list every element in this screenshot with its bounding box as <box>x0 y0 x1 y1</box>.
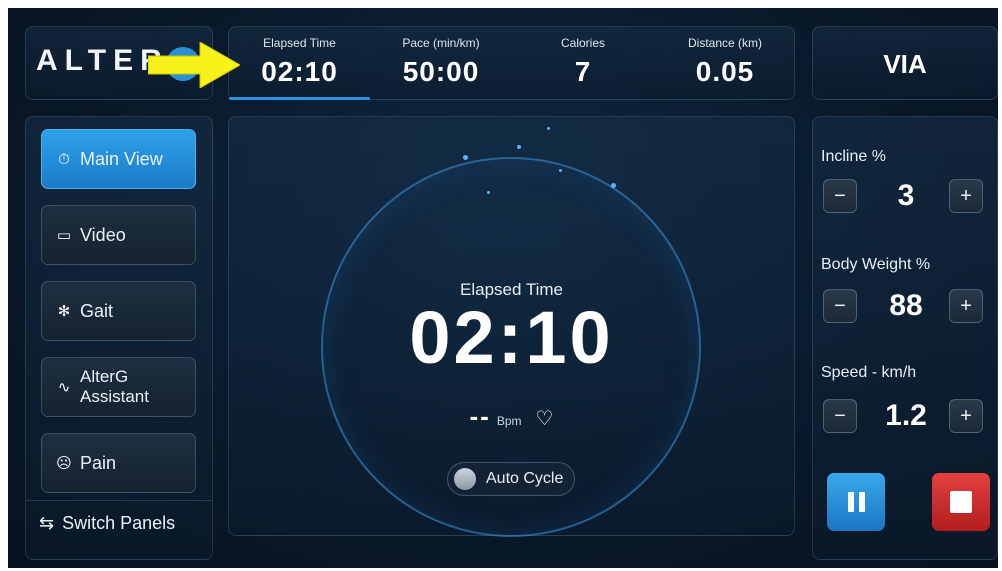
nav-label: AlterG Assistant <box>80 367 149 407</box>
nav-pain-button[interactable]: ☹ Pain <box>41 433 196 493</box>
heart-rate-value: -- <box>469 401 491 431</box>
incline-increase-button[interactable]: + <box>949 179 983 213</box>
speed-label: Speed - km/h <box>821 364 917 381</box>
treadmill-screen: ALTERG Elapsed Time 02:10 Pace (min/km) … <box>8 8 998 568</box>
stat-label: Elapsed Time <box>263 36 336 50</box>
timer-icon: ⏱ <box>58 150 70 168</box>
pulse-icon: ∿ <box>57 379 71 396</box>
main-view-panel: Elapsed Time 02:10 -- Bpm ♡ Auto Cycle <box>228 116 795 537</box>
yellow-arrow-icon <box>148 42 240 88</box>
switch-panels-button[interactable]: ⇆ Switch Panels <box>39 513 175 534</box>
speed-decrease-button[interactable]: − <box>823 399 857 433</box>
stats-bar: Elapsed Time 02:10 Pace (min/km) 50:00 C… <box>228 26 795 100</box>
heart-rate-readout: -- Bpm ♡ <box>229 401 794 432</box>
mode-panel[interactable]: VIA <box>812 26 998 100</box>
elapsed-time-display: 02:10 <box>409 296 614 379</box>
sad-face-icon: ☹ <box>56 455 72 472</box>
incline-value: 3 <box>897 179 915 212</box>
body-weight-label: Body Weight % <box>821 256 931 273</box>
stat-distance[interactable]: Distance (km) 0.05 <box>654 27 796 101</box>
nav-alterg-assistant-button[interactable]: ∿ AlterG Assistant <box>41 357 196 417</box>
nav-gait-button[interactable]: ✻ Gait <box>41 281 196 341</box>
particle <box>559 169 562 172</box>
incline-label: Incline % <box>821 148 886 165</box>
nav-label-line-1: AlterG <box>80 367 129 386</box>
nav-video-button[interactable]: ▭ Video <box>41 205 196 265</box>
speed-increase-button[interactable]: + <box>949 399 983 433</box>
stat-value: 50:00 <box>402 56 480 87</box>
active-stat-indicator <box>229 97 370 100</box>
particle <box>487 191 490 194</box>
swap-arrows-icon: ⇆ <box>39 513 55 533</box>
nav-label: Main View <box>80 148 163 169</box>
stat-label: Pace (min/km) <box>402 36 480 50</box>
stat-label: Calories <box>560 36 605 50</box>
stat-calories[interactable]: Calories 7 <box>512 27 654 101</box>
video-camera-icon: ▭ <box>56 227 72 244</box>
stat-value: 0.05 <box>695 56 755 87</box>
body-weight-value: 88 <box>889 289 923 322</box>
stat-pace[interactable]: Pace (min/km) 50:00 <box>370 27 512 101</box>
pause-button[interactable] <box>827 473 885 531</box>
particle <box>547 127 550 130</box>
speed-value: 1.2 <box>885 399 927 432</box>
auto-cycle-label: Auto Cycle <box>486 470 564 487</box>
mode-label: VIA <box>883 49 927 79</box>
auto-cycle-toggle[interactable]: Auto Cycle <box>447 462 575 496</box>
particle <box>463 155 468 160</box>
body-weight-increase-button[interactable]: + <box>949 289 983 323</box>
body-weight-decrease-button[interactable]: − <box>823 289 857 323</box>
controls-panel: Incline % − 3 + Body Weight % − 88 + Spe… <box>812 116 998 560</box>
divider <box>26 500 212 501</box>
nav-label: Gait <box>80 300 114 321</box>
toggle-knob <box>454 468 476 490</box>
particle <box>517 145 521 149</box>
nav-label-line-2: Assistant <box>80 387 149 406</box>
particle <box>611 183 616 188</box>
pause-icon <box>847 492 865 512</box>
heart-pulse-icon: ♡ <box>535 408 554 430</box>
stat-label: Distance (km) <box>687 36 762 50</box>
nav-main-view-button[interactable]: ⏱ Main View <box>41 129 196 189</box>
nav-label: Pain <box>80 452 117 473</box>
nav-label: Video <box>80 224 126 245</box>
heart-rate-unit: Bpm <box>496 414 522 428</box>
stat-value: 7 <box>574 56 592 87</box>
sidebar: ⏱ Main View ▭ Video ✻ Gait ∿ AlterG Assi… <box>25 116 213 560</box>
incline-decrease-button[interactable]: − <box>823 179 857 213</box>
walking-figure-icon: ✻ <box>57 303 71 320</box>
stat-elapsed-time[interactable]: Elapsed Time 02:10 <box>229 27 370 101</box>
stop-button[interactable] <box>932 473 990 531</box>
stat-value: 02:10 <box>261 56 338 87</box>
stop-icon <box>950 491 972 513</box>
switch-panels-label: Switch Panels <box>62 513 176 533</box>
